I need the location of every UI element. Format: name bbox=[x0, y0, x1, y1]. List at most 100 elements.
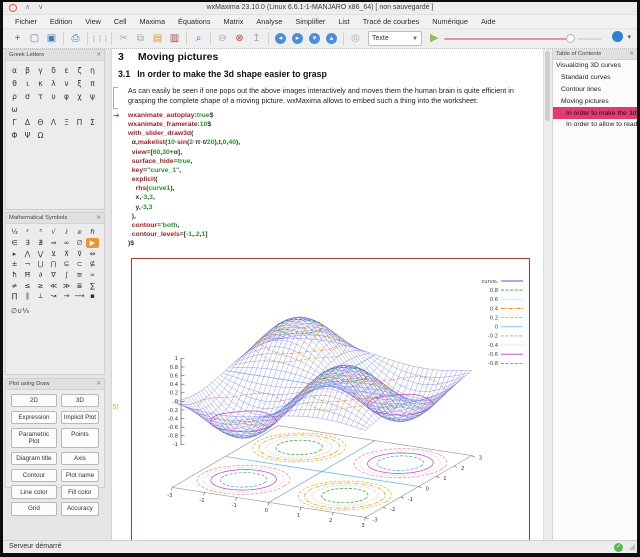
greek-letter-button[interactable]: Ω bbox=[34, 129, 47, 142]
greek-letter-button[interactable]: Σ bbox=[86, 116, 99, 129]
draw-2d-button[interactable]: 2D bbox=[11, 394, 57, 407]
draw-contour-button[interactable]: Contour bbox=[11, 469, 57, 482]
greek-letter-button[interactable]: ψ bbox=[86, 90, 99, 103]
math-symbol-button[interactable]: ∂ bbox=[34, 270, 47, 281]
close-icon[interactable]: ✕ bbox=[629, 51, 634, 57]
math-symbol-button[interactable]: ⅈ bbox=[60, 227, 73, 238]
menu-item--quations[interactable]: Équations bbox=[178, 17, 210, 26]
follow-evaluation-icon[interactable]: ◎ bbox=[348, 31, 363, 46]
toc-item[interactable]: In order to allow to read ... bbox=[553, 119, 637, 131]
scrollbar-thumb[interactable] bbox=[545, 51, 550, 121]
greek-letter-button[interactable] bbox=[34, 103, 47, 116]
math-symbol-button[interactable]: ∃ bbox=[21, 238, 34, 249]
scroll-down-icon[interactable]: ▾ bbox=[307, 31, 322, 46]
math-symbol-button[interactable]: ∇ bbox=[47, 270, 60, 281]
greek-letter-button[interactable]: ω bbox=[8, 103, 21, 116]
greek-letter-button[interactable]: π bbox=[86, 77, 99, 90]
slider-knob[interactable] bbox=[566, 34, 575, 43]
greek-letter-button[interactable]: Φ bbox=[8, 129, 21, 142]
greek-letter-button[interactable]: ξ bbox=[73, 77, 86, 90]
math-symbol-button[interactable]: ¬ bbox=[21, 259, 34, 270]
menu-item-num-rique[interactable]: Numérique bbox=[432, 17, 468, 26]
toolbar-overflow-icon[interactable]: ▾ bbox=[627, 33, 631, 41]
draw-fill-color-button[interactable]: Fill color bbox=[61, 485, 99, 498]
math-symbol-button[interactable]: ⊻ bbox=[47, 248, 60, 259]
draw-3d-button[interactable]: 3D bbox=[61, 394, 99, 407]
open-document-icon[interactable]: ▢ bbox=[27, 31, 42, 46]
menu-item-analyse[interactable]: Analyse bbox=[256, 17, 282, 26]
greek-letter-button[interactable]: η bbox=[86, 64, 99, 77]
greek-letter-button[interactable]: κ bbox=[34, 77, 47, 90]
greek-letter-button[interactable]: β bbox=[21, 64, 34, 77]
math-symbol-button[interactable]: ³ bbox=[34, 227, 47, 238]
greek-letter-button[interactable]: λ bbox=[47, 77, 60, 90]
math-symbol-button[interactable]: ▪ bbox=[86, 291, 99, 302]
math-symbol-button[interactable]: ∫ bbox=[60, 270, 73, 281]
greek-letter-button[interactable]: Ψ bbox=[21, 129, 34, 142]
menu-item-matrix[interactable]: Matrix bbox=[224, 17, 244, 26]
greek-letter-button[interactable]: ν bbox=[60, 77, 73, 90]
math-symbol-button[interactable]: ∏ bbox=[8, 291, 21, 302]
greek-letter-button[interactable] bbox=[60, 103, 73, 116]
math-symbol-button[interactable]: ▸ bbox=[8, 248, 21, 259]
math-symbol-button[interactable]: Ħ bbox=[21, 270, 34, 281]
math-symbol-button[interactable]: ≪ bbox=[47, 280, 60, 291]
math-symbol-button[interactable]: → bbox=[60, 291, 73, 302]
math-symbol-button[interactable]: ⊆ bbox=[60, 259, 73, 270]
greek-letter-button[interactable] bbox=[21, 103, 34, 116]
draw-points-button[interactable]: Points bbox=[61, 428, 99, 448]
greek-letter-button[interactable]: Π bbox=[73, 116, 86, 129]
math-symbol-button[interactable]: ≤ bbox=[21, 280, 34, 291]
close-icon[interactable]: ✕ bbox=[96, 215, 101, 221]
jump-to-error-icon[interactable]: ↥ bbox=[249, 31, 264, 46]
help-icon[interactable] bbox=[612, 31, 623, 42]
math-symbol-button[interactable]: ⇔ bbox=[86, 248, 99, 259]
section-heading[interactable]: 3Moving pictures bbox=[118, 51, 218, 63]
draw-expression-button[interactable]: Expression bbox=[11, 411, 57, 424]
user-symbols[interactable]: ∅∪⅓ bbox=[6, 305, 104, 317]
greek-letter-button[interactable]: Γ bbox=[8, 116, 21, 129]
worksheet[interactable]: 3Moving pictures 3.1In order to make the… bbox=[112, 49, 543, 540]
new-document-icon[interactable]: + bbox=[10, 31, 25, 46]
nav-back-icon[interactable]: ◂ bbox=[273, 31, 288, 46]
configure-icon[interactable]: ⋮⋮⋮ bbox=[92, 31, 107, 46]
menu-item-cell[interactable]: Cell bbox=[114, 17, 127, 26]
toc-item[interactable]: Moving pictures bbox=[553, 95, 637, 107]
menu-item-fichier[interactable]: Fichier bbox=[15, 17, 37, 26]
math-symbol-button[interactable]: ≅ bbox=[73, 270, 86, 281]
draw-plot-name-button[interactable]: Plot name bbox=[61, 469, 99, 482]
toc-item[interactable]: In order to make the 3d s... bbox=[553, 107, 637, 119]
menu-item-maxima[interactable]: Maxima bbox=[139, 17, 165, 26]
toc-item[interactable]: Visualizing 3D curves bbox=[553, 60, 637, 72]
math-symbol-button[interactable]: ∝ bbox=[86, 270, 99, 281]
math-symbol-button[interactable]: ↝ bbox=[47, 291, 60, 302]
greek-letter-button[interactable] bbox=[86, 103, 99, 116]
draw-grid-button[interactable]: Grid bbox=[11, 502, 57, 515]
math-symbol-button[interactable]: ▶ bbox=[86, 238, 99, 249]
delete-cell-icon[interactable]: ▥ bbox=[167, 31, 182, 46]
close-icon[interactable]: ✕ bbox=[96, 381, 101, 387]
draw-diagram-title-button[interactable]: Diagram title bbox=[11, 452, 57, 465]
draw-line-color-button[interactable]: Line color bbox=[11, 485, 57, 498]
subsection-heading[interactable]: 3.1In order to make the 3d shape easier … bbox=[118, 69, 327, 79]
cell-type-select[interactable]: Texte ▼ bbox=[368, 31, 422, 46]
menu-item-simplifier[interactable]: Simplifier bbox=[295, 17, 325, 26]
draw-axis-button[interactable]: Axis bbox=[61, 452, 99, 465]
math-symbol-button[interactable]: ⟂ bbox=[34, 291, 47, 302]
greek-letter-button[interactable]: χ bbox=[73, 90, 86, 103]
vertical-scrollbar[interactable] bbox=[543, 49, 552, 540]
print-icon[interactable]: ⎙ bbox=[68, 31, 83, 46]
greek-letter-button[interactable]: σ bbox=[21, 90, 34, 103]
math-symbol-button[interactable]: ⊼ bbox=[60, 248, 73, 259]
draw-implicit-plot-button[interactable]: Implicit Plot bbox=[61, 411, 99, 424]
menu-item-list[interactable]: List bbox=[338, 17, 349, 26]
math-symbol-button[interactable]: ℏ bbox=[86, 227, 99, 238]
greek-letter-button[interactable]: ε bbox=[60, 64, 73, 77]
greek-letter-button[interactable]: Λ bbox=[47, 116, 60, 129]
math-symbol-button[interactable]: ħ bbox=[8, 270, 21, 281]
paste-icon[interactable]: ▤ bbox=[150, 31, 165, 46]
greek-letter-button[interactable]: α bbox=[8, 64, 21, 77]
math-symbol-button[interactable]: ∄ bbox=[34, 238, 47, 249]
find-icon[interactable]: ⌕ bbox=[191, 31, 206, 46]
math-symbol-button[interactable]: √ bbox=[47, 227, 60, 238]
